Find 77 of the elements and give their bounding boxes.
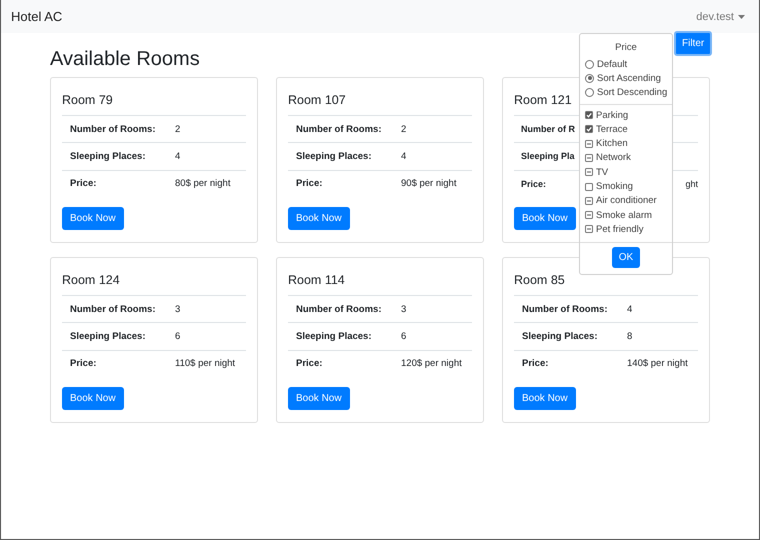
checkbox[interactable]: [585, 168, 593, 176]
option-label[interactable]: Network: [596, 152, 631, 164]
room-title: Room 79: [62, 92, 113, 109]
field-label: Price:: [296, 358, 324, 370]
option-label[interactable]: Sort Descending: [597, 87, 668, 98]
field-label: Sleeping Pla: [521, 151, 575, 162]
filter-button[interactable]: Filter: [674, 31, 712, 56]
field-label: Number of Rooms:: [296, 304, 382, 315]
book-now-button[interactable]: Book Now: [62, 386, 124, 410]
checkbox[interactable]: [585, 154, 593, 162]
checkbox[interactable]: [585, 140, 593, 148]
dropdown-header: Price: [614, 42, 638, 53]
field-label: Sleeping Places:: [70, 150, 147, 162]
book-now-button[interactable]: Book Now: [62, 206, 124, 230]
field-label: Sleeping Places:: [296, 150, 373, 162]
room-title: Room 121: [514, 92, 572, 109]
field-value: 120$ per night: [401, 358, 462, 370]
field-value: 90$ per night: [401, 178, 456, 190]
checkbox[interactable]: [585, 182, 593, 191]
field-value: 2: [401, 124, 406, 135]
field-value: ght: [685, 178, 698, 189]
checkbox[interactable]: [585, 111, 593, 120]
checkbox[interactable]: [585, 196, 593, 205]
field-label: Number of Rooms:: [70, 124, 156, 135]
user-menu[interactable]: dev.test: [696, 10, 745, 22]
page-heading: Available Rooms: [50, 47, 200, 72]
field-label: Price:: [70, 358, 98, 370]
ok-button[interactable]: OK: [612, 247, 640, 268]
field-label: Price:: [521, 178, 546, 189]
field-label: Sleeping Places:: [522, 330, 599, 342]
radio-button[interactable]: [585, 74, 594, 83]
option-label[interactable]: Terrace: [596, 124, 628, 135]
option-label[interactable]: Air conditioner: [596, 195, 657, 206]
field-label: Price:: [522, 358, 550, 370]
brand-name[interactable]: Hotel AC: [11, 9, 62, 24]
field-label: Sleeping Places:: [296, 330, 373, 342]
room-title: Room 85: [514, 272, 565, 289]
field-label: Price:: [70, 178, 98, 190]
radio-button[interactable]: [585, 60, 594, 69]
radio-button[interactable]: [585, 88, 594, 98]
field-value: 4: [175, 150, 180, 162]
checkbox[interactable]: [585, 225, 593, 234]
option-label[interactable]: Default: [597, 58, 628, 70]
field-label: Number of Rooms:: [296, 124, 382, 135]
option-label[interactable]: TV: [596, 166, 608, 178]
option-label[interactable]: Kitchen: [596, 138, 628, 150]
field-value: 8: [627, 330, 632, 342]
option-label[interactable]: Parking: [596, 110, 628, 121]
field-value: 3: [175, 304, 180, 315]
field-value: 110$ per night: [175, 358, 236, 370]
field-value: 140$ per night: [627, 358, 688, 370]
option-label[interactable]: Smoke alarm: [596, 210, 652, 221]
field-value: 3: [401, 304, 406, 315]
option-label[interactable]: Smoking: [596, 181, 633, 192]
caret-icon[interactable]: [738, 14, 745, 18]
book-now-button[interactable]: Book Now: [288, 386, 350, 410]
checkbox[interactable]: [585, 125, 593, 134]
room-title: Room 107: [288, 92, 346, 109]
checkbox[interactable]: [585, 211, 593, 220]
field-value: 2: [175, 124, 180, 135]
field-value: 80$ per night: [175, 178, 230, 190]
option-label[interactable]: Sort Ascending: [597, 72, 661, 84]
book-now-button[interactable]: Book Now: [514, 206, 576, 230]
field-value: 6: [175, 330, 180, 342]
field-label: Sleeping Places:: [70, 330, 147, 342]
field-value: 6: [401, 330, 406, 342]
field-value: 4: [627, 304, 632, 315]
field-label: Number of R: [521, 124, 575, 134]
field-value: 4: [401, 150, 406, 162]
field-label: Number of Rooms:: [70, 304, 156, 315]
room-title: Room 124: [62, 272, 120, 289]
book-now-button[interactable]: Book Now: [288, 206, 350, 230]
field-label: Price:: [296, 178, 324, 190]
room-title: Room 114: [288, 272, 345, 289]
option-label[interactable]: Pet friendly: [596, 224, 644, 235]
field-label: Number of Rooms:: [522, 304, 608, 315]
book-now-button[interactable]: Book Now: [514, 386, 576, 410]
